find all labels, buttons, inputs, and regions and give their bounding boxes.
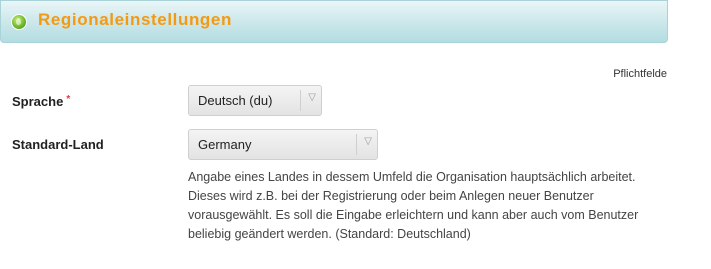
chevron-down-icon[interactable]: ▽ [364,136,372,147]
country-select-value: Germany [198,137,252,152]
required-fields-note: Pflichtfelde [613,68,667,80]
language-label: Sprache * [12,94,70,109]
required-marker: * [66,94,71,105]
select-divider [356,134,357,155]
section-header: Regionaleinstellungen [0,0,668,43]
country-label: Standard-Land [12,137,104,152]
section-title: Regionaleinstellungen [38,10,232,29]
select-divider [300,90,301,111]
chevron-down-icon[interactable]: ▽ [308,92,316,103]
globe-icon [11,14,27,30]
language-select-value: Deutsch (du) [198,93,273,108]
language-label-text: Sprache [12,94,64,109]
country-select[interactable]: Germany ▽ [188,129,378,160]
country-help-text: Angabe eines Landes in dessem Umfeld die… [188,170,639,241]
language-select[interactable]: Deutsch (du) ▽ [188,85,322,116]
